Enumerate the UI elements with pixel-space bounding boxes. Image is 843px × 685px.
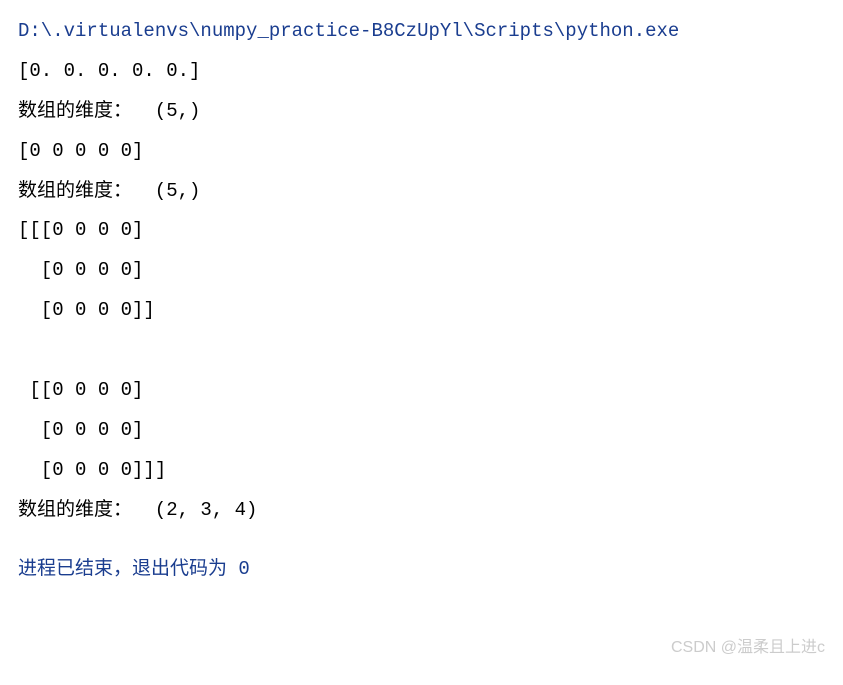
output-line: [18, 331, 825, 371]
output-line: [0 0 0 0]: [18, 411, 825, 451]
output-line: [0 0 0 0]]: [18, 291, 825, 331]
watermark: CSDN @温柔且上进c: [671, 631, 825, 665]
output-line: [0 0 0 0]: [18, 251, 825, 291]
output-line: 数组的维度： (5,): [18, 172, 825, 212]
interpreter-path: D:\.virtualenvs\numpy_practice-B8CzUpYl\…: [18, 12, 825, 52]
exit-message: 进程已结束，退出代码为 0: [18, 550, 825, 590]
output-line: 数组的维度： (2, 3, 4): [18, 491, 825, 531]
output-line: [[[0 0 0 0]: [18, 211, 825, 251]
output-line: 数组的维度： (5,): [18, 92, 825, 132]
output-line: [0 0 0 0 0]: [18, 132, 825, 172]
output-line: [0 0 0 0]]]: [18, 451, 825, 491]
output-line: [0. 0. 0. 0. 0.]: [18, 52, 825, 92]
output-line: [[0 0 0 0]: [18, 371, 825, 411]
